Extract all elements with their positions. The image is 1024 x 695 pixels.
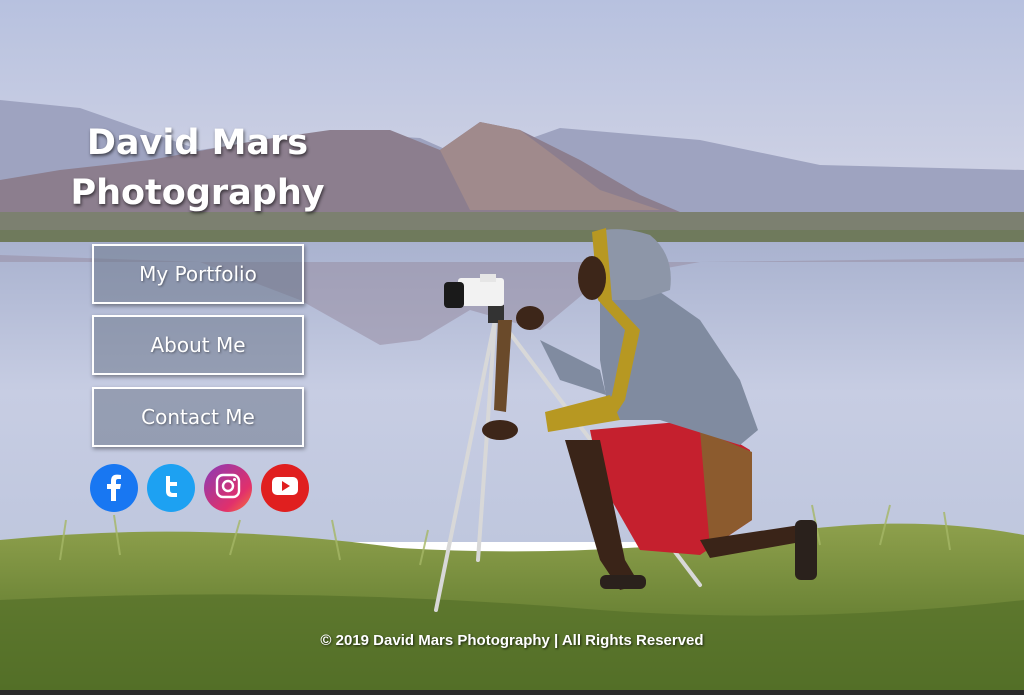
copyright-footer: © 2019 David Mars Photography | All Righ… bbox=[320, 632, 704, 649]
my-portfolio-button[interactable]: My Portfolio bbox=[92, 244, 304, 304]
site-title: David Mars Photography bbox=[70, 118, 325, 218]
twitter-button[interactable] bbox=[147, 464, 195, 512]
facebook-icon bbox=[99, 471, 129, 505]
instagram-icon bbox=[214, 472, 242, 504]
youtube-button[interactable] bbox=[261, 464, 309, 512]
about-me-button[interactable]: About Me bbox=[92, 315, 304, 375]
site-title-line2: Photography bbox=[70, 173, 325, 213]
twitter-icon bbox=[158, 473, 184, 503]
about-me-label: About Me bbox=[150, 333, 246, 357]
youtube-icon bbox=[271, 475, 299, 501]
site-title-line1: David Mars bbox=[86, 123, 309, 163]
facebook-button[interactable] bbox=[90, 464, 138, 512]
instagram-button[interactable] bbox=[204, 464, 252, 512]
contact-me-button[interactable]: Contact Me bbox=[92, 387, 304, 447]
bottom-edge bbox=[0, 690, 1024, 695]
contact-me-label: Contact Me bbox=[141, 405, 255, 429]
my-portfolio-label: My Portfolio bbox=[139, 262, 257, 286]
